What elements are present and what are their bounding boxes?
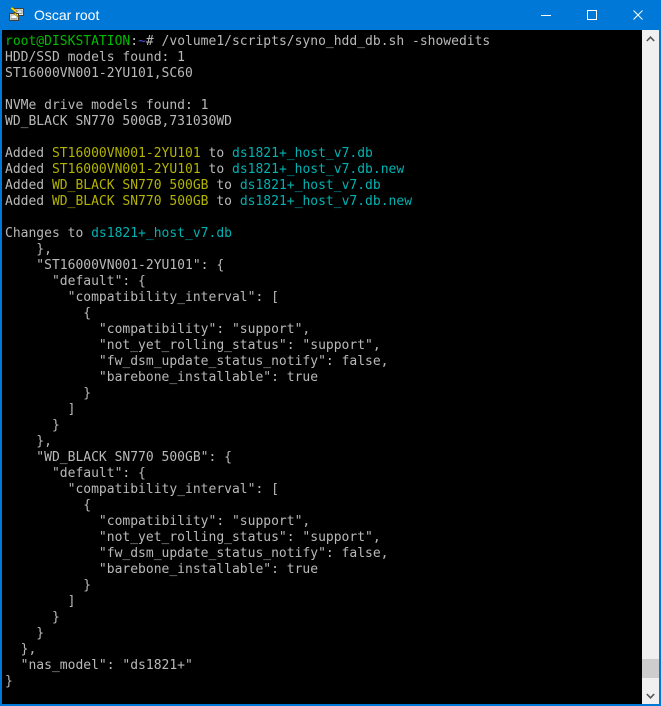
terminal-line: Added ST16000VN001-2YU101 to ds1821+_hos… bbox=[5, 162, 642, 178]
terminal-line: ST16000VN001-2YU101,SC60 bbox=[5, 66, 642, 82]
terminal-line: }, bbox=[5, 434, 642, 450]
terminal-line bbox=[5, 130, 642, 146]
terminal-output[interactable]: root@DISKSTATION:~# /volume1/scripts/syn… bbox=[2, 30, 642, 704]
close-button[interactable] bbox=[615, 0, 661, 30]
terminal-line: "compatibility": "support", bbox=[5, 514, 642, 530]
terminal-line: }, bbox=[5, 642, 642, 658]
terminal-line: Added ST16000VN001-2YU101 to ds1821+_hos… bbox=[5, 146, 642, 162]
maximize-button[interactable] bbox=[569, 0, 615, 30]
terminal-line: } bbox=[5, 578, 642, 594]
terminal-line: }, bbox=[5, 242, 642, 258]
terminal-line: Added WD_BLACK SN770 500GB to ds1821+_ho… bbox=[5, 194, 642, 210]
chevron-down-icon bbox=[646, 693, 655, 699]
terminal-line: NVMe drive models found: 1 bbox=[5, 98, 642, 114]
terminal-line: ] bbox=[5, 594, 642, 610]
scrollbar[interactable] bbox=[642, 30, 659, 704]
terminal-line: "fw_dsm_update_status_notify": false, bbox=[5, 354, 642, 370]
terminal-window: Oscar root root@DISKSTATION:~# /volume1/… bbox=[0, 0, 661, 706]
terminal-line: "compatibility": "support", bbox=[5, 322, 642, 338]
putty-icon bbox=[8, 7, 24, 23]
chevron-up-icon bbox=[646, 36, 655, 42]
scrollbar-track[interactable] bbox=[642, 47, 659, 687]
close-icon bbox=[633, 10, 643, 20]
terminal-line: "compatibility_interval": [ bbox=[5, 290, 642, 306]
terminal-line: Changes to ds1821+_host_v7.db bbox=[5, 226, 642, 242]
titlebar[interactable]: Oscar root bbox=[0, 0, 661, 30]
terminal-line: { bbox=[5, 498, 642, 514]
terminal-line bbox=[5, 210, 642, 226]
terminal-line: "not_yet_rolling_status": "support", bbox=[5, 338, 642, 354]
terminal-line: "fw_dsm_update_status_notify": false, bbox=[5, 546, 642, 562]
terminal-line: "default": { bbox=[5, 274, 642, 290]
terminal-line: { bbox=[5, 306, 642, 322]
terminal-line: Added WD_BLACK SN770 500GB to ds1821+_ho… bbox=[5, 178, 642, 194]
scroll-down-button[interactable] bbox=[642, 687, 659, 704]
terminal-line: HDD/SSD models found: 1 bbox=[5, 50, 642, 66]
terminal-line bbox=[5, 82, 642, 98]
terminal-line: "ST16000VN001-2YU101": { bbox=[5, 258, 642, 274]
terminal-line: "barebone_installable": true bbox=[5, 562, 642, 578]
terminal-line: "WD_BLACK SN770 500GB": { bbox=[5, 450, 642, 466]
terminal-line: "default": { bbox=[5, 466, 642, 482]
terminal-line: } bbox=[5, 418, 642, 434]
terminal-line: root@DISKSTATION:~# /volume1/scripts/syn… bbox=[5, 34, 642, 50]
terminal-line: "compatibility_interval": [ bbox=[5, 482, 642, 498]
maximize-icon bbox=[587, 10, 597, 20]
terminal-line: WD_BLACK SN770 500GB,731030WD bbox=[5, 114, 642, 130]
terminal-line: } bbox=[5, 674, 642, 690]
terminal-line: } bbox=[5, 386, 642, 402]
minimize-icon bbox=[541, 10, 551, 20]
terminal-line: } bbox=[5, 610, 642, 626]
terminal-line: "nas_model": "ds1821+" bbox=[5, 658, 642, 674]
terminal-line: } bbox=[5, 626, 642, 642]
terminal-line: "not_yet_rolling_status": "support", bbox=[5, 530, 642, 546]
window-title: Oscar root bbox=[34, 7, 523, 23]
scrollbar-thumb[interactable] bbox=[642, 659, 659, 678]
scroll-up-button[interactable] bbox=[642, 30, 659, 47]
minimize-button[interactable] bbox=[523, 0, 569, 30]
client-area: root@DISKSTATION:~# /volume1/scripts/syn… bbox=[0, 30, 661, 706]
terminal-line: ] bbox=[5, 402, 642, 418]
terminal-line: "barebone_installable": true bbox=[5, 370, 642, 386]
